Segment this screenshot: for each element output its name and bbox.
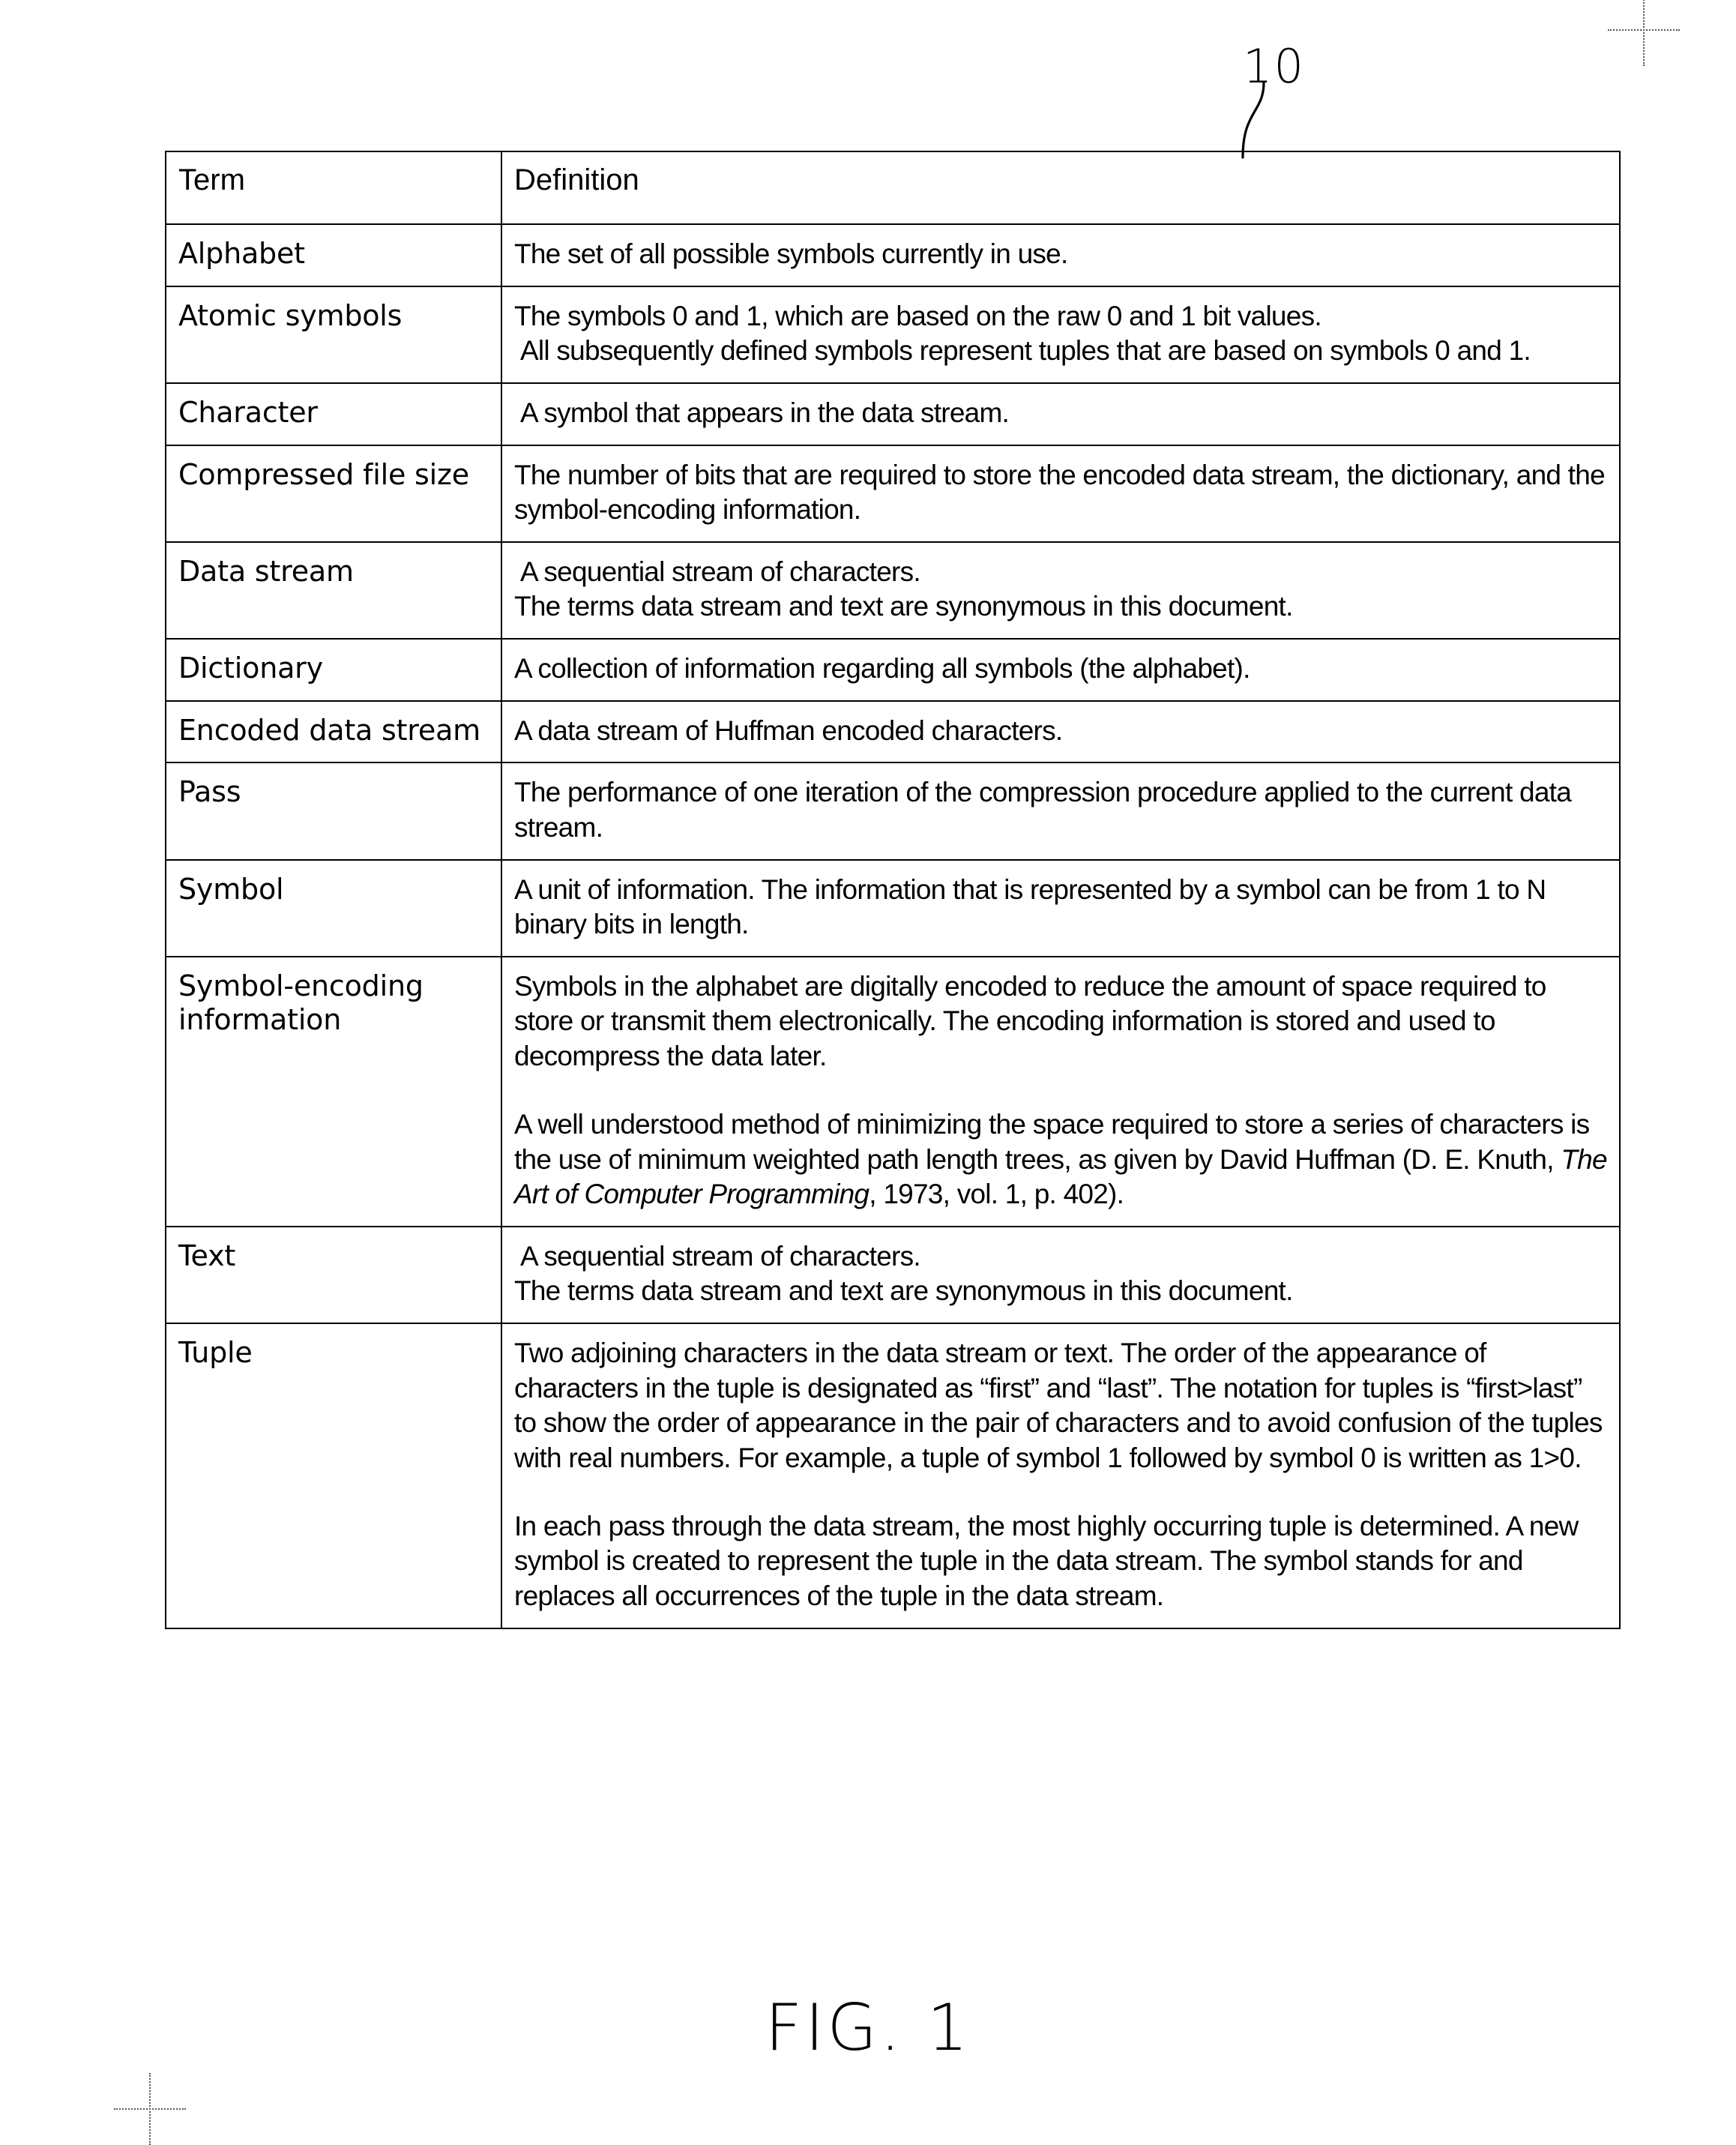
- table-row: Character A symbol that appears in the da…: [165, 382, 1621, 446]
- figure-caption: FIG. 1: [765, 1991, 971, 2066]
- table-row: Alphabet The set of all possible symbols …: [165, 223, 1621, 287]
- term-cell: Encoded data stream: [165, 700, 502, 764]
- table-row: Symbol A unit of information. The informa…: [165, 858, 1621, 957]
- table-row: Data stream A sequential stream of charac…: [165, 541, 1621, 640]
- definition-paragraph: The symbols 0 and 1, which are based on …: [514, 300, 1322, 331]
- term-cell: Text: [165, 1225, 502, 1324]
- term-cell: Data stream: [165, 541, 502, 640]
- definition-paragraph: In each pass through the data stream, th…: [514, 1510, 1579, 1612]
- definition-cell: A symbol that appears in the data stream…: [501, 382, 1621, 446]
- term-cell: Dictionary: [165, 638, 502, 702]
- table-row: Encoded data stream A data stream of Huff…: [165, 700, 1621, 764]
- definition-paragraph: A sequential stream of characters.: [520, 1240, 921, 1272]
- definition-paragraph: Symbols in the alphabet are digitally en…: [514, 970, 1546, 1071]
- definition-paragraph: The performance of one iteration of the …: [514, 777, 1572, 843]
- table-row: Dictionary A collection of information re…: [165, 638, 1621, 702]
- definition-cell: The performance of one iteration of the …: [501, 762, 1621, 861]
- definition-cell: A collection of information regarding al…: [501, 638, 1621, 702]
- definition-paragraph: The number of bits that are required to …: [514, 459, 1606, 526]
- definition-cell: The number of bits that are required to …: [501, 444, 1621, 543]
- term-cell: Symbol: [165, 858, 502, 957]
- definition-paragraph: All subsequently defined symbols represe…: [520, 335, 1531, 367]
- glossary-table: Term Definition Alphabet The set of all p…: [165, 150, 1621, 1629]
- definition-paragraph: A sequential stream of characters.: [520, 556, 921, 587]
- registration-mark-horizontal: [114, 2108, 186, 2110]
- definition-cell: The set of all possible symbols currentl…: [501, 223, 1621, 287]
- table-row: Atomic symbols The symbols 0 and 1, which…: [165, 285, 1621, 385]
- term-cell: Compressed file size: [165, 444, 502, 543]
- definition-paragraph: Two adjoining characters in the data str…: [514, 1337, 1603, 1473]
- definition-cell: A data stream of Huffman encoded charact…: [501, 700, 1621, 764]
- definition-cell: A unit of information. The information t…: [501, 858, 1621, 957]
- table-header-row: Term Definition: [165, 150, 1621, 226]
- registration-mark-bottom-left: [114, 2073, 186, 2145]
- table-row: Compressed file size The number of bits t…: [165, 444, 1621, 543]
- term-cell: Symbol-encoding information: [165, 955, 502, 1227]
- column-header-term: Term: [165, 150, 502, 226]
- definition-paragraph: A symbol that appears in the data stream…: [520, 397, 1010, 429]
- glossary-table-body: Alphabet The set of all possible symbols …: [165, 223, 1621, 1629]
- term-cell: Atomic symbols: [165, 285, 502, 385]
- definition-paragraph: The set of all possible symbols currentl…: [514, 238, 1068, 270]
- table-row: Pass The performance of one iteration of …: [165, 762, 1621, 861]
- registration-mark-top-right: [1608, 0, 1680, 66]
- table-row: Text A sequential stream of characters. Th…: [165, 1225, 1621, 1324]
- term-cell: Alphabet: [165, 223, 502, 287]
- definition-cell: Symbols in the alphabet are digitally en…: [501, 955, 1621, 1227]
- table-row: Tuple Two adjoining characters in the dat…: [165, 1322, 1621, 1629]
- definition-paragraph: The terms data stream and text are synon…: [514, 591, 1293, 622]
- definition-paragraph: A data stream of Huffman encoded charact…: [514, 715, 1063, 746]
- registration-mark-vertical: [149, 2073, 151, 2145]
- term-cell: Character: [165, 382, 502, 446]
- registration-mark-vertical: [1643, 0, 1645, 66]
- definition-cell: A sequential stream of characters. The te…: [501, 541, 1621, 640]
- definition-cell: Two adjoining characters in the data str…: [501, 1322, 1621, 1629]
- definition-paragraph: The terms data stream and text are synon…: [514, 1275, 1293, 1307]
- definition-paragraph: A unit of information. The information t…: [514, 873, 1546, 940]
- definition-cell: The symbols 0 and 1, which are based on …: [501, 285, 1621, 385]
- definition-cell: A sequential stream of characters. The te…: [501, 1225, 1621, 1324]
- definition-paragraph: A well understood method of minimizing t…: [514, 1108, 1608, 1210]
- registration-mark-horizontal: [1608, 29, 1680, 31]
- term-cell: Tuple: [165, 1322, 502, 1629]
- term-cell: Pass: [165, 762, 502, 861]
- table-row: Symbol-encoding information Symbols in th…: [165, 955, 1621, 1227]
- definition-paragraph: A collection of information regarding al…: [514, 653, 1250, 685]
- column-header-definition: Definition: [501, 150, 1621, 226]
- leader-line: [1241, 81, 1265, 159]
